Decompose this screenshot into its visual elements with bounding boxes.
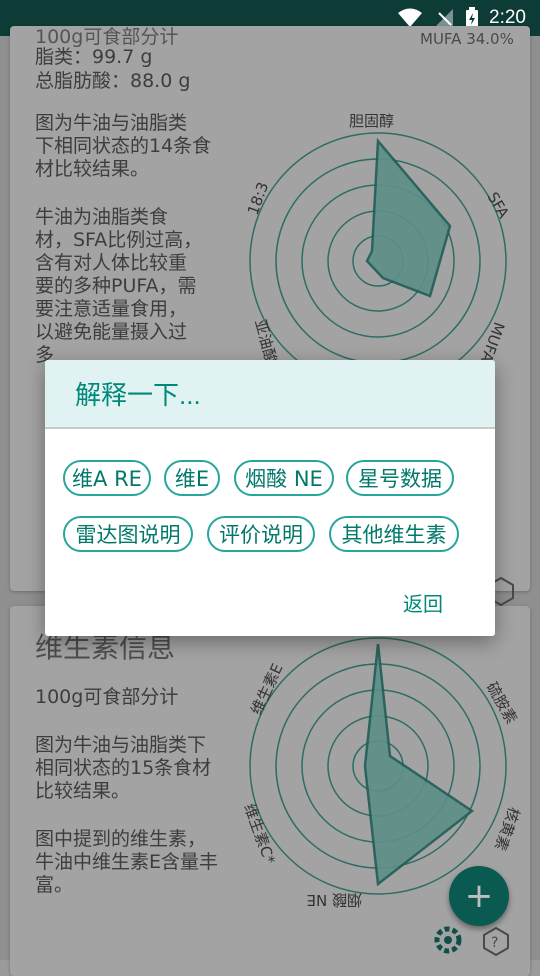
card1-para2: 牛油为油脂类食 材，SFA比例过高， 含有对人体比较重 要的多种PUFA，需 要…	[35, 206, 203, 366]
explain-dialog: 解释一下... 维A RE 维E 烟酸 NE 星号数据 雷达图说明 评价说明 其…	[45, 360, 495, 636]
mufa-label: MUFA 34.0%	[420, 30, 514, 48]
card1-line-fat: 脂类：99.7 g	[35, 46, 153, 68]
card1-line-fatty-acid: 总脂肪酸：88.0 g	[35, 70, 191, 92]
radar-label-left-bottom: 亚油酸	[251, 317, 280, 365]
svg-text:?: ?	[491, 935, 498, 951]
vitamin-radar-label-left-bottom: 维生素C*	[240, 801, 279, 867]
radar-label-right-top: SFA	[484, 189, 513, 222]
dialog-header: 解释一下...	[45, 360, 495, 429]
radar-label-left-top: 18:3	[245, 180, 272, 218]
radar-label-right-bottom: MUFA	[477, 320, 508, 366]
vitamin-card-para2: 图中提到的维生素， 牛油中维生素E含量丰 富。	[35, 828, 219, 896]
vitamin-radar-label-right-top: 硫胺素	[483, 679, 521, 727]
vitamin-card-para1: 图为牛油与油脂类下 相同状态的15条食材 比较结果。	[35, 734, 212, 802]
chip-vitamin-a[interactable]: 维A RE	[63, 460, 151, 496]
vitamin-radar-label-right-bottom: 核黄素	[491, 805, 523, 853]
chip-rating-explanation[interactable]: 评价说明	[207, 516, 315, 552]
card1-para1: 图为牛油与油脂类 下相同状态的14条食 材比较结果。	[35, 112, 212, 180]
chip-other-vitamins[interactable]: 其他维生素	[329, 516, 459, 552]
chip-radar-explanation[interactable]: 雷达图说明	[63, 516, 193, 552]
vitamin-card-subtitle: 100g可食部分计	[35, 686, 179, 708]
add-fab-button[interactable]: +	[449, 866, 509, 926]
help-icon-bottom[interactable]: ?	[482, 926, 510, 956]
back-button[interactable]: 返回	[403, 588, 443, 617]
chip-niacin[interactable]: 烟酸 NE	[234, 460, 334, 496]
radar-label-top: 胆固醇	[349, 112, 394, 130]
wifi-icon	[398, 8, 423, 27]
vitamin-info-card: 维生素信息 100g可食部分计 图为牛油与油脂类下 相同状态的15条食材 比较结…	[10, 606, 530, 976]
settings-icon[interactable]	[432, 924, 464, 956]
vitamin-radar-label-bottom: 烟酸 NE	[307, 891, 362, 909]
signal-icon	[435, 9, 454, 27]
vitamin-radar-label-left-top: 维生素E	[247, 661, 286, 718]
chip-star-data[interactable]: 星号数据	[346, 460, 454, 496]
dialog-title: 解释一下...	[75, 380, 201, 410]
plus-icon: +	[464, 876, 494, 916]
chip-vitamin-e[interactable]: 维E	[164, 460, 220, 496]
